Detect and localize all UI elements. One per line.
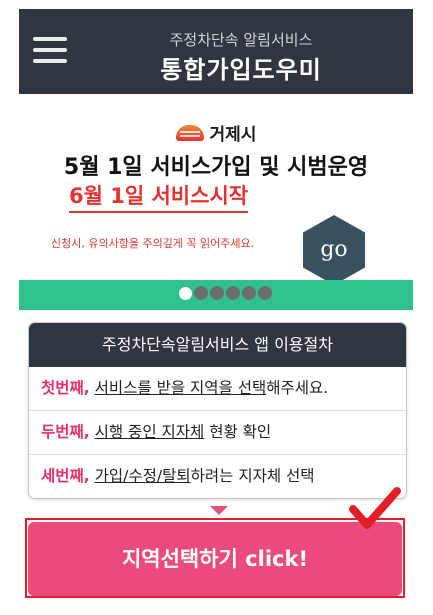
carousel-dot-active[interactable]: [179, 287, 192, 300]
promo-banner[interactable]: 거제시 5월 1일 서비스가입 및 시범운영 6월 1일 서비스시작 신청시, …: [19, 94, 413, 285]
step-link[interactable]: 서비스를 받을 지역을 선택: [95, 379, 267, 397]
banner-subheadline: 6월 1일 서비스시작: [69, 180, 249, 213]
header-subtitle: 주정차단속 알림서비스: [169, 31, 313, 49]
carousel-dot[interactable]: [226, 286, 240, 300]
geoje-city-logo-icon: [175, 124, 204, 141]
step-text: 하려는 지자체 선택: [190, 467, 315, 485]
step-number: 세번째,: [41, 467, 90, 485]
banner-notice: 신청시, 유의사항을 주의깊게 꼭 읽어주세요.: [51, 237, 255, 250]
carousel-dot[interactable]: [210, 286, 224, 300]
procedure-step-1[interactable]: 첫번째, 서비스를 받을 지역을 선택해주세요.: [29, 367, 406, 411]
app-header: 주정차단속 알림서비스 통합가입도우미: [19, 9, 413, 94]
carousel-dot[interactable]: [258, 286, 272, 300]
app-screen: 주정차단속 알림서비스 통합가입도우미 거제시 5월 1일 서비스가입 및 시범…: [19, 9, 413, 615]
header-title: 통합가입도우미: [160, 56, 322, 84]
step-text: 현황 확인: [204, 423, 272, 441]
step-number: 두번째,: [41, 423, 90, 441]
checkmark-icon: [349, 487, 401, 529]
banner-headline: 5월 1일 서비스가입 및 시범운영: [63, 155, 369, 180]
pointer-arrow-icon: [210, 506, 228, 515]
city-logo-text: 거제시: [209, 125, 257, 145]
select-region-button[interactable]: 지역선택하기 click!: [28, 522, 402, 596]
procedure-step-2[interactable]: 두번째, 시행 중인 지자체 현황 확인: [29, 411, 406, 455]
step-link[interactable]: 가입/수정/탈퇴: [95, 467, 191, 485]
carousel-dot[interactable]: [242, 286, 256, 300]
carousel-dot[interactable]: [194, 286, 208, 300]
step-text: 해주세요.: [266, 379, 329, 397]
step-number: 첫번째,: [41, 379, 90, 397]
go-button[interactable]: go: [303, 215, 365, 285]
procedure-title: 주정차단속알림서비스 앱 이용절차: [29, 323, 406, 367]
carousel-indicator[interactable]: [179, 286, 274, 302]
city-logo: 거제시: [19, 120, 413, 145]
hamburger-menu-icon[interactable]: [33, 35, 67, 65]
step-link[interactable]: 시행 중인 지자체: [95, 423, 205, 441]
procedure-card: 주정차단속알림서비스 앱 이용절차 첫번째, 서비스를 받을 지역을 선택해주세…: [28, 322, 407, 499]
